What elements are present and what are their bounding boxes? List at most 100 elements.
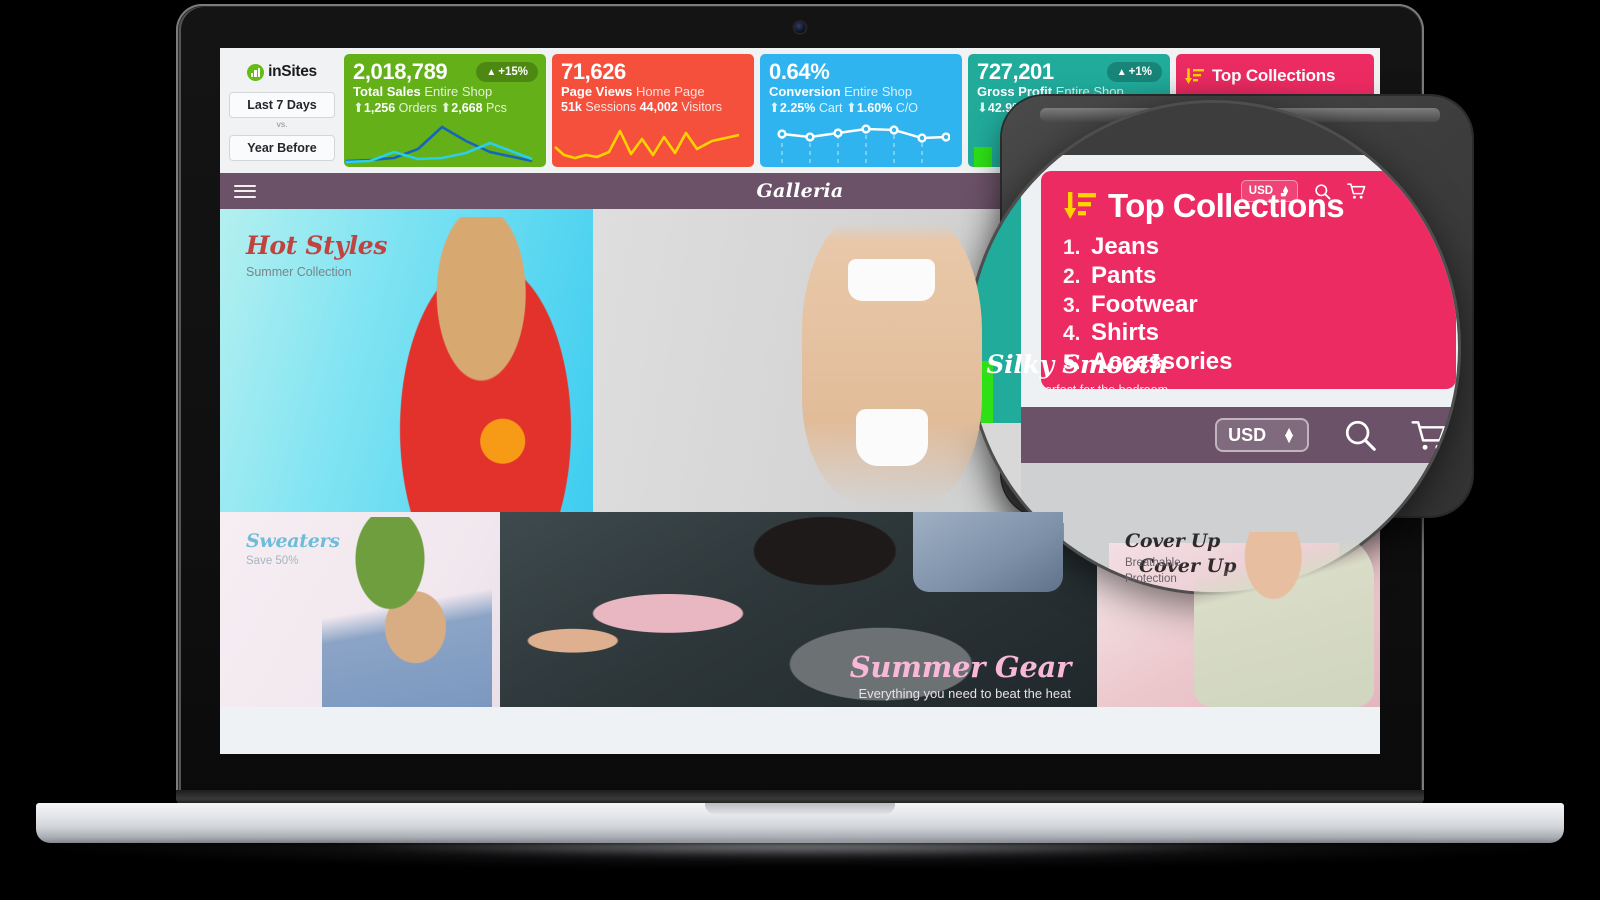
list-item-label: Footwear <box>1091 290 1198 318</box>
kpi-sub-light: Pcs <box>486 100 507 115</box>
list-item[interactable]: 2. Pants <box>1063 262 1434 291</box>
kpi-label-light: Home Page <box>635 84 705 100</box>
tile-heading: Hot Styles <box>246 231 388 260</box>
kpi-sub: ⬆1,256 Orders ⬆2,668 Pcs <box>353 100 537 116</box>
top-collections-header: Top Collections <box>1185 66 1365 86</box>
kpi-sub-light: Sessions <box>585 99 637 114</box>
total-sales-sparkline <box>345 125 533 164</box>
tile-text: Silky Smooth Perfect for the bedroom <box>986 350 1168 397</box>
tile-text: Cover Up Breathable Protection <box>1125 530 1220 587</box>
list-item[interactable]: 4. Shirts <box>1063 319 1434 348</box>
kpi-sub-bold: 1,256 <box>363 100 396 115</box>
tile-subheading: Summer Collection <box>246 265 352 279</box>
bar-chart-icon <box>247 63 265 81</box>
stepper-icon: ▲ ▼ <box>1282 423 1296 446</box>
kpi-sub-bold: 1.60% <box>856 100 893 115</box>
tile-heading: Summer Gear <box>849 650 1072 684</box>
search-icon[interactable] <box>1314 183 1331 200</box>
kpi-sub-bold: 44,002 <box>639 99 678 114</box>
list-item-label: Pants <box>1091 261 1157 289</box>
conversion-sparkline <box>777 124 950 167</box>
currency-value: USD <box>1228 424 1267 445</box>
top-collections-title: Top Collections <box>1212 66 1336 85</box>
chevron-up-icon: ▲ <box>1116 67 1127 78</box>
tile-photo <box>378 217 593 512</box>
kpi-label: Total Sales Entire Shop <box>353 85 537 99</box>
kpi-value: 71,626 <box>561 59 626 84</box>
kpi-sub: 51k Sessions 44,002 Visitors <box>561 99 745 115</box>
list-item-number: 2. <box>1063 264 1081 288</box>
kpi-card-page-views[interactable]: 71,626 Page Views Home Page 51k Sessions… <box>552 54 754 167</box>
tile-photo <box>1194 532 1374 707</box>
arrow-up-icon: ⬆ <box>845 99 857 115</box>
store-footer-strip <box>220 707 1380 754</box>
tile-subheading: Everything you need to beat the heat <box>858 686 1072 701</box>
kpi-sub-light: Cart <box>818 100 843 115</box>
kpi-sub-bold: 2.25% <box>779 100 816 115</box>
kpi-label: Conversion Entire Shop <box>769 85 953 99</box>
laptop-base-notch <box>705 803 895 814</box>
arrow-up-icon: ⬆ <box>769 99 780 115</box>
chevron-up-icon: ▲ <box>486 67 497 78</box>
page-views-sparkline <box>554 129 740 160</box>
kpi-value: 0.64% <box>769 59 830 84</box>
hero-grid-bottom-row: Sweaters Save 50% Summer Gear Everything… <box>220 512 1380 707</box>
list-item-label: Jeans <box>1091 233 1160 260</box>
tile-subheading: Save 50% <box>246 555 299 567</box>
tile-text: Hot Styles Summer Collection <box>246 231 387 279</box>
tile-photo <box>322 517 492 707</box>
kpi-trend-badge: ▲ +1% <box>1106 62 1162 82</box>
list-item-number: 1. <box>1063 236 1081 259</box>
tile-text: Summer Gear Everything you need to beat … <box>849 650 1072 701</box>
tile-heading: Sweaters <box>246 530 340 552</box>
magnified-currency-selector[interactable]: USD ▲ ▼ <box>1215 418 1309 452</box>
kpi-card-total-sales[interactable]: 2,018,789 Total Sales Entire Shop ⬆1,256… <box>344 54 546 167</box>
brand-name: inSites <box>268 63 317 80</box>
list-item[interactable]: 3. Footwear <box>1063 291 1434 320</box>
kpi-sub-light: C/O <box>895 100 919 115</box>
tile-photo <box>801 209 982 505</box>
tile-subheading: Perfect for the bedroom <box>1036 383 1168 397</box>
currency-value: USD <box>1248 185 1274 197</box>
tile-subheading: Breathable Protection <box>1125 557 1181 585</box>
screenshot-root: inSites Last 7 Days vs. Year Before 2,01… <box>0 0 1600 900</box>
date-range-primary-button[interactable]: Last 7 Days <box>229 92 335 118</box>
kpi-badge-value: +1% <box>1128 66 1152 78</box>
stepper-icon: ▲ ▼ <box>1281 183 1290 198</box>
kpi-label-bold: Conversion <box>769 84 841 100</box>
search-icon[interactable] <box>1343 418 1377 452</box>
webcam-icon <box>794 22 806 33</box>
kpi-sub-light: Orders <box>398 100 437 115</box>
kpi-label: Page Views Home Page <box>561 85 745 99</box>
tile-sweaters[interactable]: Sweaters Save 50% <box>220 512 500 707</box>
list-item-label: Shirts <box>1091 319 1160 347</box>
kpi-card-conversion[interactable]: 0.64% Conversion Entire Shop ⬆2.25% Cart… <box>760 54 962 167</box>
kpi-sub-bold: 2,668 <box>451 100 483 115</box>
tile-cover-up[interactable]: Cover Up Breathable Protection <box>1097 512 1380 707</box>
list-item-number: 4. <box>1063 322 1081 346</box>
list-item[interactable]: 1. Jeans <box>1063 233 1434 262</box>
kpi-trend-badge: ▲ +15% <box>476 62 538 82</box>
tile-summer-gear[interactable]: Summer Gear Everything you need to beat … <box>500 512 1097 707</box>
tile-photo-secondary <box>913 512 1063 592</box>
list-item-number: 3. <box>1063 293 1081 317</box>
tile-hot-styles[interactable]: Hot Styles Summer Collection <box>220 209 593 512</box>
kpi-sub-light: Visitors <box>681 99 723 114</box>
date-range-vs-label: vs. <box>276 119 288 129</box>
tile-heading: Silky Smooth <box>986 350 1168 379</box>
kpi-sub-bold: 51k <box>561 99 582 114</box>
cart-icon[interactable] <box>1347 182 1366 200</box>
insites-brand: inSites <box>226 58 338 86</box>
cart-icon[interactable] <box>1411 419 1447 452</box>
dashboard-controls: inSites Last 7 Days vs. Year Before <box>226 54 338 161</box>
currency-selector[interactable]: USD ▲ ▼ <box>1240 180 1298 202</box>
kpi-sub: ⬆2.25% Cart ⬆1.60% C/O <box>769 99 953 116</box>
kpi-label-light: Entire Shop <box>424 84 493 100</box>
kpi-label-light: Entire Shop <box>844 84 913 100</box>
laptop-shadow <box>60 843 1540 867</box>
date-range-compare-button[interactable]: Year Before <box>229 135 335 161</box>
sort-descending-icon <box>1185 68 1204 84</box>
kpi-label-bold: Page Views <box>561 84 633 100</box>
tile-heading: Cover Up <box>1125 530 1221 552</box>
sort-descending-icon <box>1064 192 1096 219</box>
